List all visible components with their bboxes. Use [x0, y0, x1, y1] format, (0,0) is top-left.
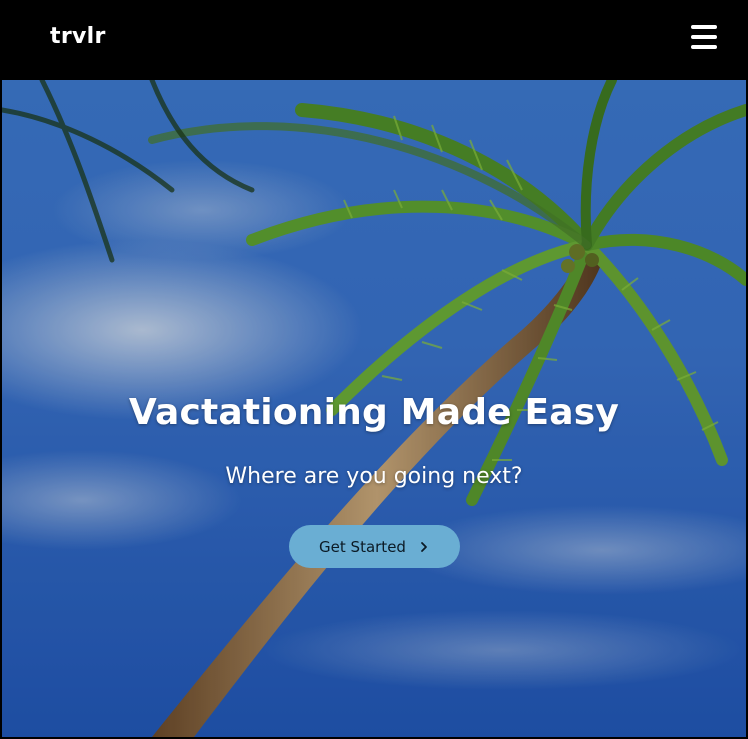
hero-content: Vactationing Made Easy Where are you goi…	[2, 80, 746, 737]
hamburger-menu-icon[interactable]	[691, 25, 717, 49]
navbar: trvlr	[0, 0, 748, 80]
get-started-label: Get Started	[319, 537, 406, 556]
menu-bar	[691, 45, 717, 49]
hero-section: Vactationing Made Easy Where are you goi…	[2, 80, 746, 737]
logo[interactable]: trvlr	[50, 24, 106, 49]
menu-bar	[691, 35, 717, 39]
get-started-button[interactable]: Get Started	[289, 525, 460, 568]
menu-bar	[691, 25, 717, 29]
chevron-right-icon	[421, 541, 427, 552]
hero-subtitle: Where are you going next?	[225, 464, 523, 489]
page: trvlr Vactationing Made Easy Where are y…	[0, 0, 748, 739]
hero-title: Vactationing Made Easy	[128, 392, 620, 433]
